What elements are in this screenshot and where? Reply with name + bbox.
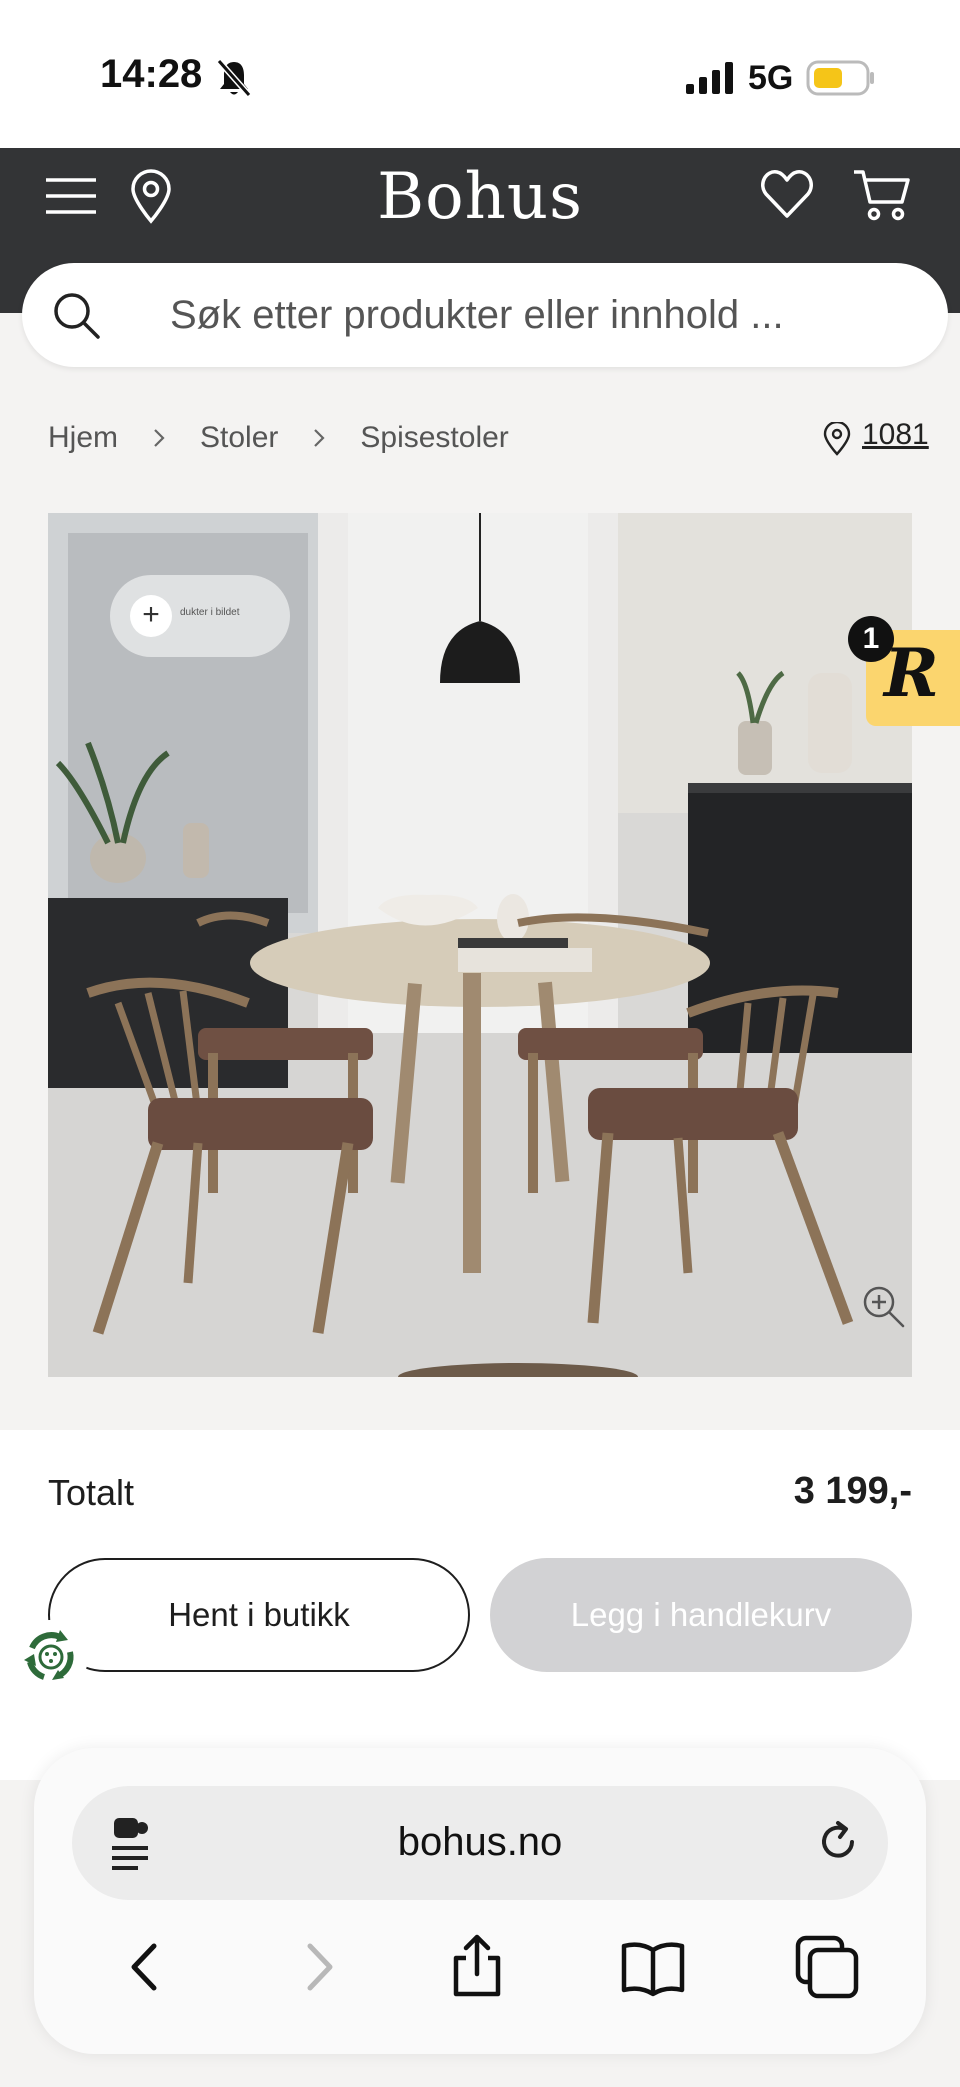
search-icon — [54, 293, 100, 339]
back-icon[interactable] — [110, 1932, 180, 2002]
products-in-image-button[interactable]: + dukter i bildet — [110, 575, 290, 657]
plus-icon: + — [130, 595, 172, 637]
zoom-in-icon[interactable] — [860, 1283, 906, 1329]
product-image[interactable]: + dukter i bildet — [48, 513, 912, 1377]
bell-muted-icon — [216, 59, 252, 97]
signal-icon — [686, 62, 733, 94]
browser-toolbar: bohus.no — [34, 1748, 926, 2054]
add-to-cart-button[interactable]: Legg i handlekurv — [490, 1558, 912, 1672]
url-text: bohus.no — [397, 1820, 563, 1864]
store-location-icon — [823, 422, 851, 456]
recycle-icon[interactable] — [14, 1620, 88, 1694]
products-in-image-label: dukter i bildet — [180, 607, 240, 618]
share-icon[interactable] — [442, 1932, 512, 2002]
pickup-in-store-button[interactable]: Hent i butikk — [48, 1558, 470, 1672]
chevron-right-icon — [314, 429, 325, 447]
cart-icon[interactable] — [852, 168, 912, 222]
bookmarks-icon[interactable] — [618, 1932, 688, 2002]
address-bar[interactable]: bohus.no — [72, 1786, 888, 1900]
search-input[interactable] — [170, 285, 910, 345]
status-bar: 14:28 5G — [0, 0, 960, 148]
store-number-link[interactable]: 1081 — [862, 418, 929, 452]
heart-icon[interactable] — [760, 168, 814, 220]
battery-icon — [806, 60, 874, 96]
buy-panel: Totalt 3 199,- Hent i butikk Legg i hand… — [0, 1430, 960, 1780]
breadcrumb-item-spisestoler[interactable]: Spisestoler — [360, 421, 508, 455]
reviews-count-badge: 1 — [848, 616, 894, 662]
search-bar[interactable] — [22, 263, 948, 367]
reload-icon[interactable] — [814, 1818, 862, 1866]
breadcrumb: Hjem Stoler Spisestoler — [48, 418, 509, 458]
status-time: 14:28 — [100, 52, 203, 96]
total-price: 3 199,- — [793, 1470, 912, 1512]
chevron-right-icon — [154, 429, 165, 447]
breadcrumb-item-stoler[interactable]: Stoler — [200, 421, 278, 455]
brand-logo[interactable]: Bohus — [0, 160, 960, 234]
total-label: Totalt — [48, 1472, 135, 1513]
breadcrumb-item-home[interactable]: Hjem — [48, 421, 118, 455]
tabs-icon[interactable] — [792, 1932, 862, 2002]
forward-icon[interactable] — [284, 1932, 354, 2002]
network-label: 5G — [748, 59, 794, 97]
